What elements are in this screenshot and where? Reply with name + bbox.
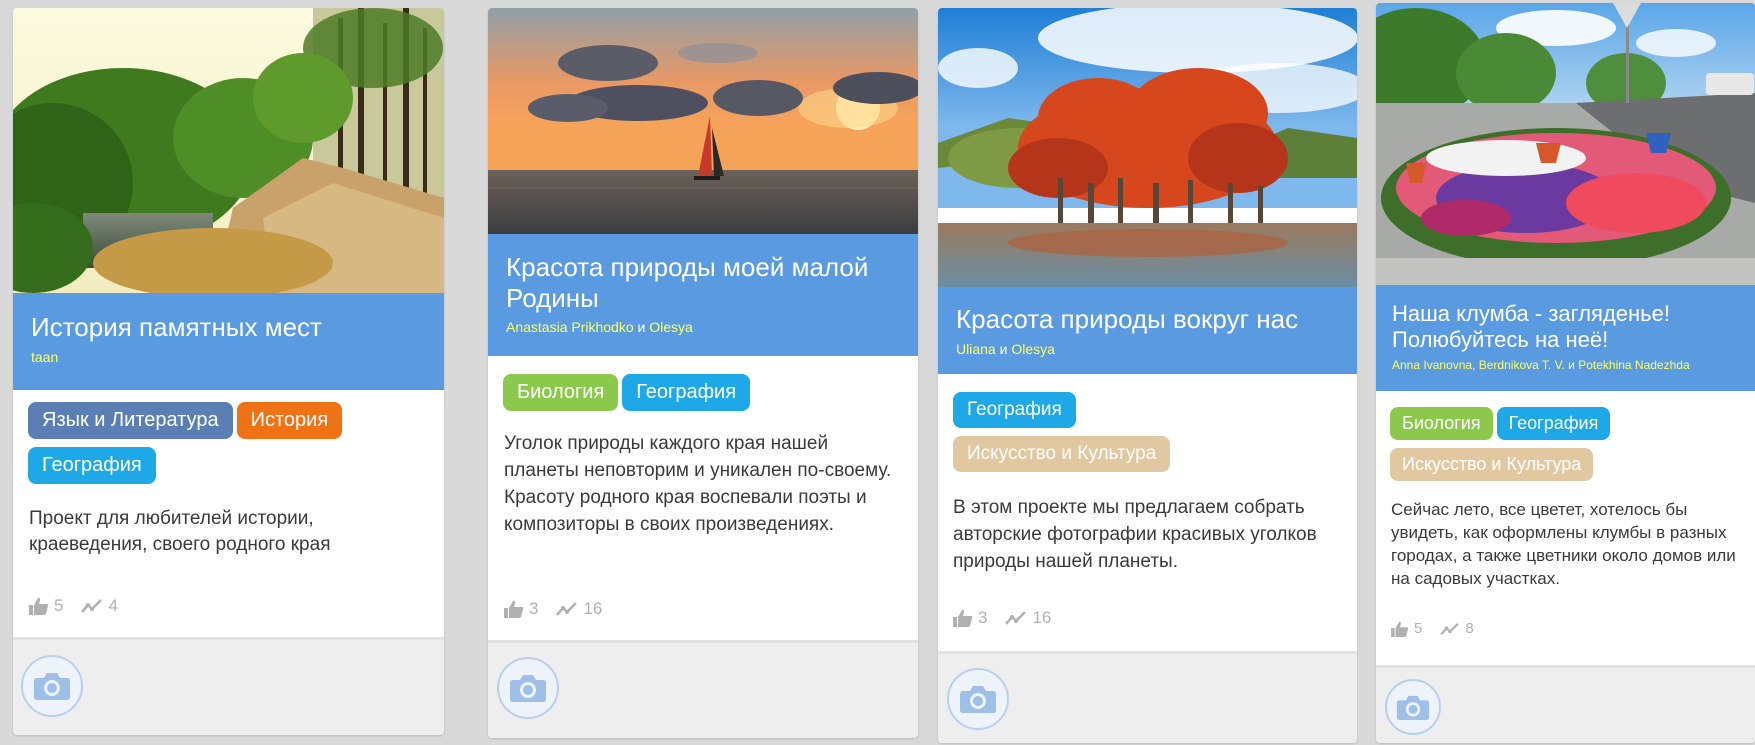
- card-footer: [938, 651, 1357, 743]
- card-header: Красота природы вокруг нас Uliana и Oles…: [938, 287, 1357, 374]
- views-value: 8: [1465, 620, 1474, 637]
- project-card[interactable]: Красота природы вокруг нас Uliana и Oles…: [938, 8, 1357, 743]
- project-card[interactable]: История памятных мест taan Язык и Литера…: [13, 8, 444, 735]
- card-footer: [1376, 665, 1755, 743]
- trend-line-icon: [81, 599, 103, 613]
- views-value: 16: [583, 599, 603, 618]
- card-footer: [13, 637, 444, 735]
- thumbs-up-icon: [953, 609, 973, 627]
- author-separator: ,: [1472, 357, 1476, 372]
- views-value: 16: [1032, 608, 1052, 627]
- tag-geography[interactable]: География: [622, 374, 751, 411]
- likes-value: 5: [1414, 620, 1423, 637]
- likes-value: 5: [54, 596, 64, 615]
- project-photo-forest-river[interactable]: [13, 8, 444, 293]
- card-title[interactable]: Красота природы моей малой Родины: [506, 252, 900, 313]
- views-count: 16: [556, 599, 602, 619]
- views-value: 4: [108, 596, 118, 615]
- card-title[interactable]: Красота природы вокруг нас: [956, 304, 1339, 335]
- tag-biology[interactable]: Биология: [503, 374, 619, 411]
- trend-line-icon: [1005, 611, 1027, 625]
- card-title[interactable]: Наша клумба - загляденье! Полюбуйтесь на…: [1392, 301, 1739, 353]
- likes-value: 3: [978, 608, 988, 627]
- camera-button[interactable]: [21, 655, 83, 717]
- tag-geography[interactable]: География: [1496, 407, 1611, 440]
- views-count: 4: [81, 596, 118, 616]
- card-footer: [488, 640, 918, 738]
- likes-count[interactable]: 3: [953, 608, 987, 628]
- tag-geography[interactable]: География: [953, 392, 1076, 428]
- camera-icon: [510, 675, 546, 702]
- project-card[interactable]: Красота природы моей малой Родины Anasta…: [488, 8, 918, 738]
- author-link[interactable]: Berdnikova T. V.: [1479, 358, 1565, 372]
- author-link[interactable]: Anna Ivanovna: [1392, 358, 1472, 372]
- tag-language-literature[interactable]: Язык и Литература: [28, 402, 233, 439]
- author-link[interactable]: Anastasia Prikhodko: [506, 319, 634, 335]
- tag-art-culture[interactable]: Искусство и Культура: [1390, 448, 1594, 481]
- author-separator: и: [999, 340, 1008, 357]
- project-photo-sunset-sailboat[interactable]: [488, 8, 918, 234]
- likes-count[interactable]: 5: [29, 596, 63, 616]
- tag-art-culture[interactable]: Искусство и Культура: [953, 436, 1171, 472]
- card-header: История памятных мест taan: [13, 293, 444, 390]
- thumbs-up-icon: [504, 600, 524, 618]
- camera-button[interactable]: [497, 657, 559, 719]
- card-description: Сейчас лето, все цветет, хотелось бы уви…: [1391, 500, 1736, 588]
- project-card[interactable]: Наша клумба - загляденье! Полюбуйтесь на…: [1376, 3, 1755, 743]
- author-link[interactable]: taan: [31, 349, 58, 365]
- likes-value: 3: [529, 599, 539, 618]
- card-description: Уголок природы каждого края нашей планет…: [504, 433, 892, 535]
- tag-biology[interactable]: Биология: [1390, 407, 1493, 440]
- project-photo-red-trees-lake[interactable]: [938, 8, 1357, 287]
- author-separator: и: [1568, 357, 1575, 372]
- card-header: Красота природы моей малой Родины Anasta…: [488, 234, 918, 356]
- card-title[interactable]: История памятных мест: [31, 312, 426, 343]
- card-description: Проект для любителей истории, краеведени…: [29, 508, 331, 555]
- camera-icon: [34, 673, 70, 700]
- card-description: В этом проекте мы предлагаем собрать авт…: [953, 497, 1317, 572]
- author-link[interactable]: Olesya: [1011, 341, 1055, 357]
- tag-history[interactable]: История: [236, 402, 343, 439]
- project-photo-flower-bed[interactable]: [1376, 3, 1755, 285]
- views-count: 8: [1440, 620, 1474, 637]
- trend-line-icon: [1440, 622, 1459, 635]
- author-link[interactable]: Potekhina Nadezhda: [1578, 358, 1689, 372]
- author-separator: и: [637, 319, 646, 336]
- card-header: Наша клумба - загляденье! Полюбуйтесь на…: [1376, 285, 1755, 391]
- author-link[interactable]: Uliana: [956, 341, 996, 357]
- likes-count[interactable]: 5: [1391, 620, 1422, 637]
- tag-geography[interactable]: География: [28, 447, 156, 484]
- camera-button[interactable]: [1385, 679, 1441, 735]
- camera-icon: [1396, 695, 1430, 720]
- thumbs-up-icon: [1391, 621, 1409, 637]
- author-link[interactable]: Olesya: [649, 319, 693, 335]
- trend-line-icon: [556, 602, 578, 616]
- thumbs-up-icon: [29, 597, 49, 615]
- likes-count[interactable]: 3: [504, 599, 538, 619]
- views-count: 16: [1005, 608, 1051, 628]
- camera-button[interactable]: [947, 668, 1009, 730]
- camera-icon: [960, 686, 996, 713]
